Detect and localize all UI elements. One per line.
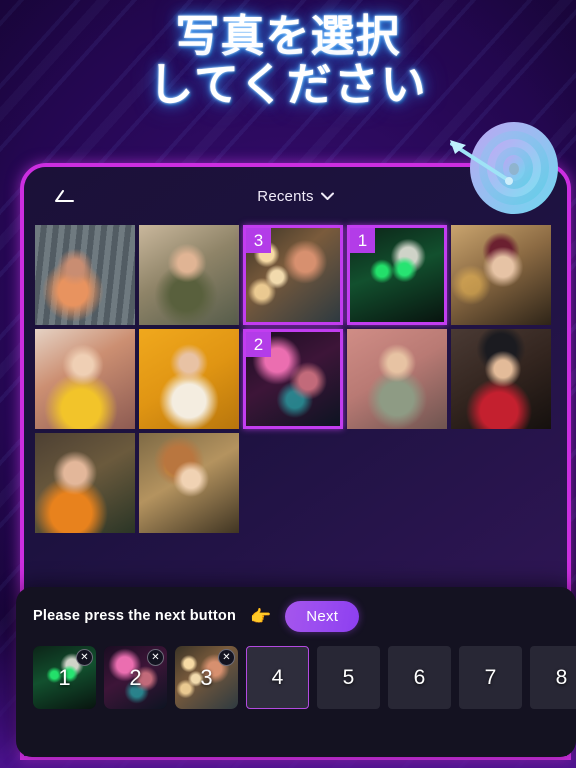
back-arrow-icon xyxy=(55,190,74,202)
photo-cell[interactable]: 1 xyxy=(347,225,447,325)
photo-cell[interactable] xyxy=(347,329,447,429)
photo-thumbnail xyxy=(451,329,551,429)
photo-cell[interactable] xyxy=(139,225,239,325)
back-button[interactable] xyxy=(46,179,80,213)
selection-slot[interactable]: 6 xyxy=(388,646,451,709)
dartboard-target-icon xyxy=(470,122,558,214)
photo-cell[interactable] xyxy=(451,225,551,325)
photo-cell[interactable] xyxy=(139,433,239,533)
album-label: Recents xyxy=(257,187,314,205)
selection-order-badge: 1 xyxy=(350,228,375,253)
chevron-down-icon xyxy=(320,192,334,200)
photo-cell[interactable] xyxy=(451,329,551,429)
pointing-hand-icon: 👉 xyxy=(250,606,272,626)
photo-cell[interactable]: 2 xyxy=(243,329,343,429)
photo-cell[interactable] xyxy=(35,433,135,533)
bottom-action-panel: Please press the next button 👉 Next 1 ✕ 2 ✕… xyxy=(16,587,576,757)
remove-photo-button[interactable]: ✕ xyxy=(76,649,93,666)
photo-cell[interactable] xyxy=(139,329,239,429)
photo-thumbnail xyxy=(451,225,551,325)
photo-grid: 3 1 2 xyxy=(24,225,567,533)
selection-slot[interactable]: 7 xyxy=(459,646,522,709)
photo-thumbnail xyxy=(139,433,239,533)
photo-cell[interactable]: 3 xyxy=(243,225,343,325)
slot-number: 6 xyxy=(413,665,426,689)
slot-number: 5 xyxy=(342,665,355,689)
hint-text: Please press the next button xyxy=(33,608,237,624)
slot-number: 7 xyxy=(484,665,497,689)
slot-number: 3 xyxy=(200,664,213,690)
hint-row: Please press the next button 👉 Next xyxy=(16,587,576,645)
selection-slot[interactable]: 8 xyxy=(530,646,576,709)
selection-order-badge: 2 xyxy=(246,332,271,357)
photo-thumbnail xyxy=(35,433,135,533)
photo-cell[interactable] xyxy=(35,225,135,325)
photo-thumbnail xyxy=(35,225,135,325)
photo-thumbnail xyxy=(35,329,135,429)
slot-number: 4 xyxy=(271,665,284,689)
selection-slot[interactable]: 5 xyxy=(317,646,380,709)
remove-photo-button[interactable]: ✕ xyxy=(218,649,235,666)
photo-thumbnail xyxy=(139,225,239,325)
selection-slot[interactable]: 2 ✕ xyxy=(104,646,167,709)
slot-number: 1 xyxy=(58,664,71,690)
photo-thumbnail xyxy=(347,329,447,429)
selection-order-badge: 3 xyxy=(246,228,271,253)
photo-thumbnail xyxy=(139,329,239,429)
selection-slot[interactable]: 1 ✕ xyxy=(33,646,96,709)
remove-photo-button[interactable]: ✕ xyxy=(147,649,164,666)
selection-slot[interactable]: 3 ✕ xyxy=(175,646,238,709)
slot-number: 2 xyxy=(129,664,142,690)
photo-cell[interactable] xyxy=(35,329,135,429)
next-button[interactable]: Next xyxy=(285,600,360,632)
selected-slot-strip: 1 ✕ 2 ✕ 3 ✕ 4 5 6 7 8 xyxy=(16,646,576,709)
selection-slot[interactable]: 4 xyxy=(246,646,309,709)
slot-number: 8 xyxy=(555,665,568,689)
